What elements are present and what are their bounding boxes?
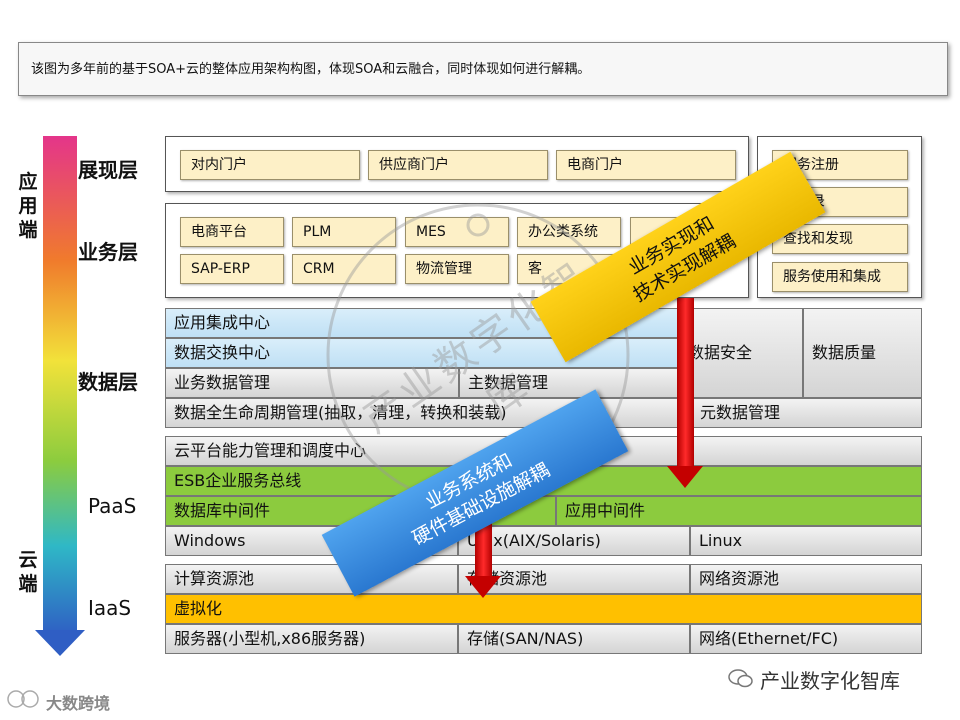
row-unix: Unix(AIX/Solaris) — [458, 526, 690, 556]
layer-label-paas: PaaS — [88, 494, 137, 518]
tile-ecommerce-portal: 电商门户 — [556, 150, 736, 180]
red-arrow-2-head-icon — [465, 576, 501, 598]
layer-label-iaas: IaaS — [88, 596, 132, 620]
tile-ecommerce-platform: 电商平台 — [180, 217, 284, 247]
row-metadata: 元数据管理 — [691, 398, 922, 428]
tile-supplier-portal: 供应商门户 — [368, 150, 548, 180]
row-data-security: 数据安全 — [679, 308, 803, 398]
row-virtualization: 虚拟化 — [165, 594, 922, 624]
tile-service-usage: 服务使用和集成 — [772, 262, 908, 292]
side-label-cloud: 云端 — [18, 549, 38, 595]
row-linux: Linux — [690, 526, 922, 556]
bottom-left-watermark: 大数跨境 — [46, 694, 111, 713]
wechat-icon — [728, 669, 753, 688]
red-arrow-1-shaft — [677, 298, 694, 468]
description-note: 该图为多年前的基于SOA+云的整体应用架构构图，体现SOA和云融合，同时体现如何… — [18, 42, 948, 96]
layer-label-presentation: 展现层 — [78, 158, 138, 182]
bottom-right-watermark: 产业数字化智库 — [760, 669, 900, 693]
row-storage: 存储(SAN/NAS) — [458, 624, 690, 654]
row-servers: 服务器(小型机,x86服务器) — [165, 624, 458, 654]
row-network: 网络(Ethernet/FC) — [690, 624, 922, 654]
tile-internal-portal: 对内门户 — [180, 150, 360, 180]
gradient-arrow-head-icon — [35, 630, 85, 656]
gradient-arrow-shaft — [43, 136, 77, 636]
side-label-app: 应用端 — [18, 171, 38, 241]
row-network-pool: 网络资源池 — [690, 564, 922, 594]
layer-label-business: 业务层 — [78, 240, 138, 264]
row-compute-pool: 计算资源池 — [165, 564, 458, 594]
red-arrow-1-head-icon — [667, 466, 703, 488]
tile-sap-erp: SAP-ERP — [180, 254, 284, 284]
layer-label-data: 数据层 — [78, 370, 138, 394]
row-data-quality: 数据质量 — [803, 308, 922, 398]
logo-icon — [7, 690, 39, 708]
